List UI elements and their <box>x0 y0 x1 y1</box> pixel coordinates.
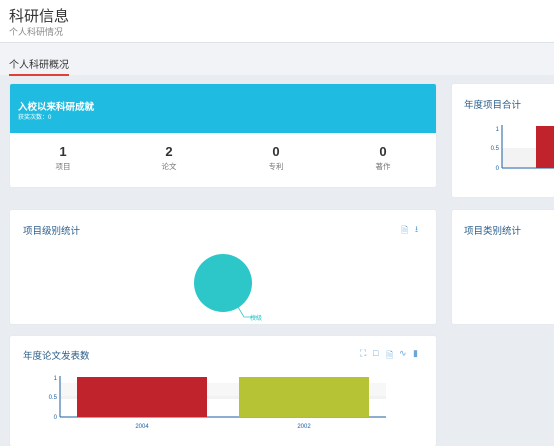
bar <box>536 126 554 168</box>
x-tick-label: 2002 <box>297 424 311 430</box>
y-tick-label: 0 <box>496 166 500 172</box>
y-tick-label: 0 <box>54 415 58 421</box>
stat-label: 专利 <box>268 162 284 171</box>
stat-value: 0 <box>379 144 387 159</box>
x-tick-label: 2004 <box>135 424 149 430</box>
yearly-projects-chart: 1 0.5 0 <box>491 125 554 172</box>
summary-hero: 入校以来科研成就 获奖次数：0 <box>10 84 436 133</box>
project-category-card: 项目类别统计 <box>452 210 554 324</box>
project-level-chart: 校级 <box>194 254 262 322</box>
tab-bar: 个人科研概况 <box>0 43 554 76</box>
summary-title: 入校以来科研成就 <box>18 102 95 113</box>
yearly-projects-card: 年度项目合计 1 0.5 0 <box>452 84 554 197</box>
stat-value: 2 <box>165 144 173 159</box>
y-tick-label: 0.5 <box>49 395 58 401</box>
y-tick-label: 1 <box>496 127 500 133</box>
card-title: 项目类别统计 <box>464 226 522 237</box>
stat-books: 0 著作 <box>330 144 436 172</box>
stat-value: 0 <box>272 144 280 159</box>
yearly-papers-chart: 1 0.5 0 2004 2002 <box>49 376 386 430</box>
stat-value: 1 <box>59 144 67 159</box>
tab-personal-research-overview[interactable]: 个人科研概况 <box>9 56 69 76</box>
stat-label: 著作 <box>375 162 391 171</box>
y-tick-label: 1 <box>54 376 58 382</box>
page-header: 科研信息 个人科研情况 <box>0 0 554 43</box>
summary-card: 入校以来科研成就 获奖次数：0 1 项目 2 论文 0 专利 0 著作 <box>10 84 436 187</box>
project-level-card: 项目级别统计 🗎 ⭳ 校级 <box>10 210 436 324</box>
stat-papers: 2 论文 <box>116 144 222 172</box>
bar-2004 <box>77 377 207 417</box>
bar-2002 <box>239 377 369 417</box>
stat-patents: 0 专利 <box>223 144 329 172</box>
page-subtitle: 个人科研情况 <box>9 27 64 37</box>
pie-label: 校级 <box>250 314 262 322</box>
awards-count: 获奖次数：0 <box>18 115 52 121</box>
page-title: 科研信息 <box>9 8 70 25</box>
y-tick-label: 0.5 <box>491 146 500 152</box>
stat-label: 论文 <box>161 162 177 171</box>
stat-projects: 1 项目 <box>10 144 116 172</box>
pie-slice <box>194 254 252 312</box>
stat-label: 项目 <box>55 162 71 171</box>
yearly-papers-card: 年度论文发表数 ⛶ □ 🗎 ∿ ▮ 1 0.5 0 2004 2002 <box>10 336 436 446</box>
